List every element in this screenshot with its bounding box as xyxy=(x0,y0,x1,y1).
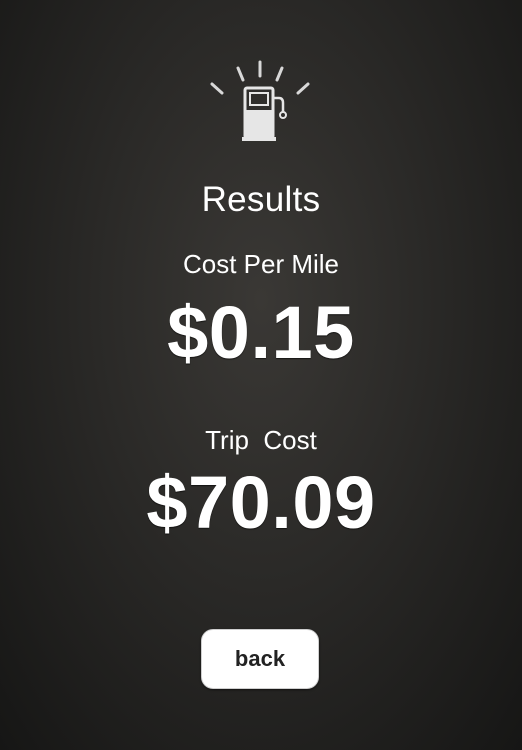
results-screen: Results Cost Per Mile $0.15 Trip Cost $7… xyxy=(0,0,522,750)
trip-cost-label: Trip Cost xyxy=(205,425,317,455)
page-title: Results xyxy=(201,180,321,219)
back-button[interactable]: back xyxy=(201,629,319,689)
trip-cost-value: $70.09 xyxy=(146,461,376,544)
gas-pump-icon xyxy=(205,58,315,144)
cost-per-mile-value: $0.15 xyxy=(167,291,355,374)
cost-per-mile-label: Cost Per Mile xyxy=(182,249,340,279)
